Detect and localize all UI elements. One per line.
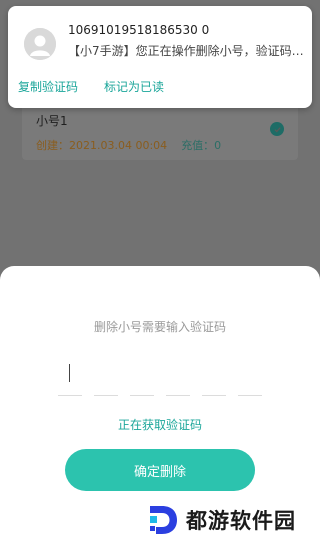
text-cursor — [69, 364, 70, 382]
sheet-title: 删除小号需要输入验证码 — [93, 320, 226, 334]
account-name: 小号1 — [36, 114, 68, 128]
watermark-logo-icon — [150, 506, 177, 534]
avatar-icon — [24, 28, 56, 60]
check-icon[interactable] — [270, 122, 284, 136]
account-card[interactable]: 小号1 创建：2021.03.04 00:04 充值：0 — [22, 104, 298, 160]
notification-sender: 10691019518186530 0 — [68, 23, 210, 37]
sms-notification[interactable]: 10691019518186530 0 【小7手游】您正在操作删除小号，验证码…… — [8, 6, 312, 108]
account-meta: 创建：2021.03.04 00:04 充值：0 — [36, 137, 221, 153]
confirm-delete-button[interactable]: 确定删除 — [65, 449, 255, 491]
mark-read-button[interactable]: 标记为已读 — [104, 78, 164, 95]
code-box[interactable] — [130, 354, 154, 396]
copy-code-button[interactable]: 复制验证码 — [18, 78, 78, 95]
account-recharge: 充值：0 — [181, 139, 222, 152]
account-created: 创建：2021.03.04 00:04 — [36, 139, 168, 152]
code-box[interactable] — [58, 354, 82, 396]
watermark-text: 都游软件园 — [186, 509, 296, 533]
verification-code-input[interactable] — [58, 354, 262, 396]
fetching-code-status: 正在获取验证码 — [117, 418, 202, 432]
notification-message: 【小7手游】您正在操作删除小号，验证码… — [68, 44, 304, 58]
code-box[interactable] — [94, 354, 118, 396]
code-box[interactable] — [202, 354, 226, 396]
code-box[interactable] — [238, 354, 262, 396]
watermark: 都游软件园 — [146, 500, 296, 540]
code-box[interactable] — [166, 354, 190, 396]
